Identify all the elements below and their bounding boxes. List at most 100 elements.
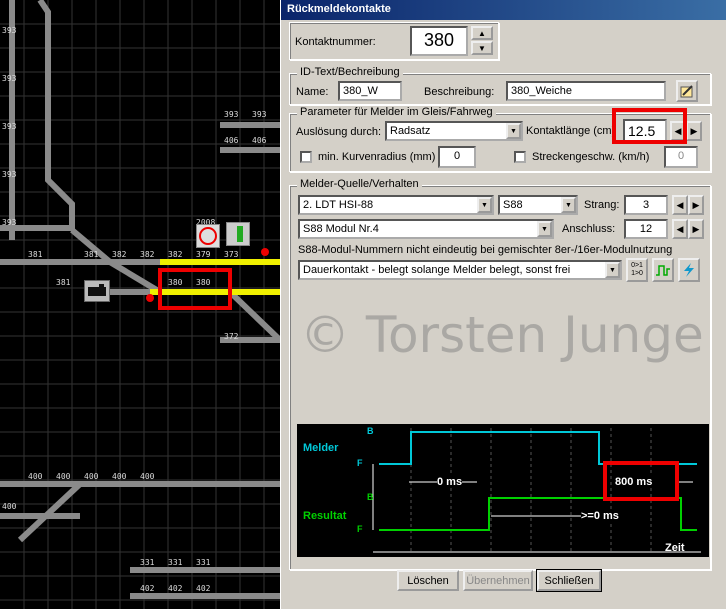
id-text-group: ID-Text/Bechreibung Name: 380_W Beschrei… — [289, 66, 711, 105]
chevron-down-icon[interactable]: ▼ — [561, 197, 576, 213]
track-grid — [0, 0, 290, 609]
radius-checkbox[interactable] — [300, 151, 312, 163]
track-label: 372 — [224, 332, 239, 341]
track-label: 393 — [2, 74, 17, 83]
track-label: 381 — [28, 250, 43, 259]
track-label: 400 — [84, 472, 99, 481]
track-label: 402 — [196, 584, 211, 593]
melder-b-label: B — [367, 426, 374, 436]
name-label: Name: — [296, 86, 329, 98]
track-label: 400 — [140, 472, 155, 481]
strang-increase-button[interactable]: ▶ — [688, 195, 704, 215]
track-label: 331 — [140, 558, 155, 567]
trigger-select[interactable]: Radsatz ▼ — [385, 121, 523, 141]
track-label: 406 — [224, 136, 239, 145]
bus-select-value: S88 — [503, 199, 523, 211]
uebernehmen-button[interactable]: Übernehmen — [463, 570, 533, 591]
dialog-title: Rückmeldekontakte — [281, 0, 726, 20]
track-label: 381 — [56, 278, 71, 287]
speed-label: Streckengeschw. (km/h) — [532, 151, 650, 163]
track-label: 400 — [28, 472, 43, 481]
track-label: 400 — [112, 472, 127, 481]
track-label: 402 — [168, 584, 183, 593]
melder-f-label: F — [357, 458, 363, 468]
interface-select[interactable]: 2. LDT HSI-88 ▼ — [298, 195, 494, 215]
track-label: 402 — [140, 584, 155, 593]
schliessen-button[interactable]: Schließen — [536, 569, 602, 592]
track-label: 331 — [196, 558, 211, 567]
edit-icon[interactable] — [676, 80, 698, 102]
highlight-length — [612, 108, 687, 144]
track-label: 382 — [112, 250, 127, 259]
track-label: 331 — [168, 558, 183, 567]
melder-label: Melder — [303, 442, 339, 454]
anschluss-decrease-button[interactable]: ◀ — [672, 219, 688, 239]
track-label: 406 — [252, 136, 267, 145]
anschluss-increase-button[interactable]: ▶ — [688, 219, 704, 239]
id-text-group-title: ID-Text/Bechreibung — [297, 66, 403, 78]
track-label: 381 — [84, 250, 99, 259]
description-label: Beschreibung: — [424, 86, 495, 98]
module-select-value: S88 Modul Nr.4 — [303, 223, 379, 235]
strang-field[interactable]: 3 — [624, 195, 668, 215]
pulse-icon[interactable] — [652, 258, 674, 282]
anschluss-label: Anschluss: — [562, 223, 616, 235]
radius-label: min. Kurvenradius (mm) — [318, 151, 436, 163]
module-select[interactable]: S88 Modul Nr.4 ▼ — [298, 219, 554, 239]
min-duration-value[interactable]: >=0 ms — [581, 510, 619, 522]
loeschen-button[interactable]: Löschen — [397, 570, 459, 591]
contact-number-label: Kontaktnummer: — [295, 36, 376, 48]
resultat-b-label: B — [367, 492, 374, 502]
contact-number-field[interactable]: 380 — [410, 26, 468, 56]
track-label: 393 — [2, 122, 17, 131]
speed-field[interactable]: 0 — [664, 146, 698, 168]
track-label: 393 — [252, 110, 267, 119]
name-field[interactable]: 380_W — [338, 81, 402, 101]
track-label: 400 — [2, 502, 17, 511]
track-label: 393 — [2, 26, 17, 35]
description-field[interactable]: 380_Weiche — [506, 81, 666, 101]
speed-checkbox[interactable] — [514, 151, 526, 163]
delay-on-value[interactable]: 0 ms — [437, 476, 463, 488]
track-label: 373 — [224, 250, 239, 259]
chevron-down-icon[interactable]: ▼ — [477, 197, 492, 213]
track-diagram[interactable]: 393 393 393 393 393 381 381 382 382 382 … — [0, 0, 290, 609]
highlight-contact-380 — [158, 268, 232, 310]
parameter-group-title: Parameter für Melder im Gleis/Fahrweg — [297, 106, 496, 118]
track-label: 379 — [196, 250, 211, 259]
trigger-select-value: Radsatz — [390, 125, 431, 137]
invert-icon[interactable]: 0>1 1>0 — [626, 258, 648, 282]
mode-select-value: Dauerkontakt - belegt solange Melder bel… — [303, 264, 571, 276]
chevron-down-icon[interactable]: ▼ — [537, 221, 552, 237]
bus-select[interactable]: S88 ▼ — [498, 195, 578, 215]
track-label: 400 — [56, 472, 71, 481]
strang-label: Strang: — [584, 199, 620, 211]
length-increase-button[interactable]: ▶ — [686, 121, 702, 141]
lightning-icon[interactable] — [678, 258, 700, 282]
track-label: 393 — [2, 170, 17, 179]
strang-decrease-button[interactable]: ◀ — [672, 195, 688, 215]
radius-field[interactable]: 0 — [438, 146, 476, 168]
contact-down-button[interactable]: ▼ — [471, 41, 493, 55]
track-label: 382 — [140, 250, 155, 259]
anschluss-field[interactable]: 12 — [624, 219, 668, 239]
resultat-f-label: F — [357, 524, 363, 534]
track-label: 393 — [2, 218, 17, 227]
contact-up-button[interactable]: ▲ — [471, 26, 493, 40]
timing-diagram: Melder Resultat B F B F 0 ms 800 ms >=0 … — [297, 424, 709, 557]
module-note: S88-Modul-Nummern nicht eindeutig bei ge… — [298, 244, 673, 256]
source-group-title: Melder-Quelle/Verhalten — [297, 178, 422, 190]
signal-icon[interactable] — [196, 224, 220, 248]
highlight-delay — [603, 461, 679, 501]
dialog-rueckmeldekontakte: Rückmeldekontakte Kontaktnummer: 380 ▲ ▼… — [280, 0, 726, 609]
contact-number-group: Kontaktnummer: 380 ▲ ▼ — [289, 22, 499, 60]
chevron-down-icon[interactable]: ▼ — [506, 123, 521, 139]
zeit-label: Zeit — [665, 542, 685, 554]
interface-select-value: 2. LDT HSI-88 — [303, 199, 374, 211]
track-label: 382 — [168, 250, 183, 259]
mode-select[interactable]: Dauerkontakt - belegt solange Melder bel… — [298, 260, 622, 280]
length-label: Kontaktlänge (cm) — [526, 125, 614, 137]
chevron-down-icon[interactable]: ▼ — [605, 262, 620, 278]
switch-indicator-icon[interactable] — [226, 222, 250, 246]
locomotive-icon[interactable] — [84, 280, 110, 302]
